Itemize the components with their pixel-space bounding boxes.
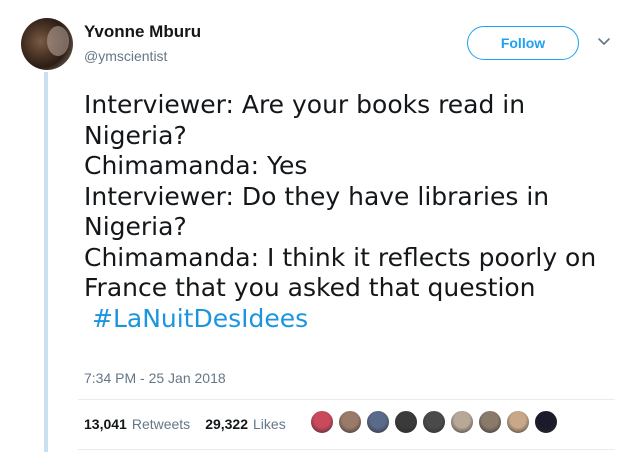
display-name[interactable]: Yvonne Mburu (84, 22, 201, 42)
tweet-line: Chimamanda: I think it reflects poorly o… (84, 242, 597, 272)
tweet-timestamp[interactable]: 7:34 PM - 25 Jan 2018 (84, 370, 226, 386)
user-handle[interactable]: @ymscientist (84, 48, 167, 64)
tweet-line: Nigeria? (84, 120, 187, 150)
liker-avatar[interactable] (450, 410, 474, 434)
retweets-count[interactable]: 13,041 (84, 416, 127, 432)
liker-avatar[interactable] (422, 410, 446, 434)
engagement-stats: 13,041 Retweets 29,322 Likes (84, 416, 286, 432)
likes-count[interactable]: 29,322 (205, 416, 248, 432)
liker-avatar[interactable] (478, 410, 502, 434)
liker-avatar[interactable] (338, 410, 362, 434)
liker-avatar[interactable] (310, 410, 334, 434)
liker-avatar[interactable] (366, 410, 390, 434)
chevron-down-icon[interactable] (597, 34, 611, 48)
divider (78, 399, 615, 400)
thread-line (44, 72, 48, 452)
tweet-line: Nigeria? (84, 212, 187, 241)
liker-avatar[interactable] (506, 410, 530, 434)
divider (78, 449, 615, 450)
liker-avatar[interactable] (394, 410, 418, 434)
tweet-line: Interviewer: Are your books read in (84, 90, 526, 119)
tweet-line: France that you asked that question (84, 273, 536, 302)
tweet-text: Interviewer: Are your books read in Nige… (84, 90, 629, 334)
follow-button[interactable]: Follow (467, 26, 579, 60)
avatar[interactable] (21, 18, 73, 70)
tweet-line: Chimamanda: Yes (84, 151, 308, 180)
retweets-label[interactable]: Retweets (132, 416, 190, 432)
hashtag-link[interactable]: #LaNuitDesIdees (84, 304, 308, 333)
liker-avatars (310, 410, 558, 434)
likes-label[interactable]: Likes (253, 416, 286, 432)
liker-avatar[interactable] (534, 410, 558, 434)
tweet-line: Interviewer: Do they have libraries in (84, 181, 550, 211)
